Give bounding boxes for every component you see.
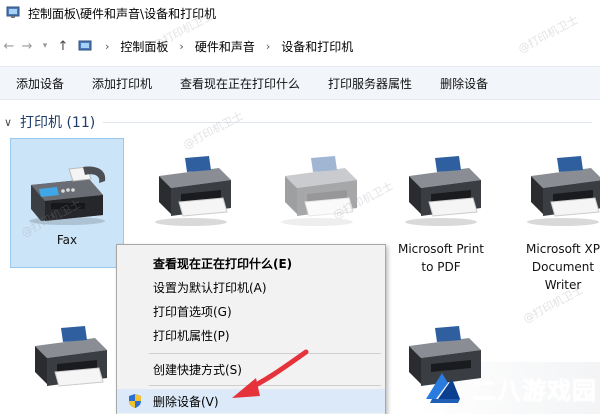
history-chevron-icon[interactable]: ▾: [36, 35, 54, 57]
menu-item-printing-preferences[interactable]: 打印首选项(G): [117, 299, 385, 323]
command-bar: 添加设备 添加打印机 查看现在正在打印什么 打印服务器属性 删除设备: [0, 66, 600, 100]
back-arrow-icon[interactable]: ←: [0, 35, 18, 57]
device-label-line: Microsoft XP: [526, 242, 600, 256]
breadcrumb[interactable]: › 控制面板 › 硬件和声音 › 设备和打印机: [78, 34, 600, 58]
menu-item-printer-properties[interactable]: 打印机属性(P): [117, 323, 385, 347]
breadcrumb-control-panel[interactable]: 控制面板: [118, 38, 170, 55]
annotation-arrow-icon: [226, 348, 310, 412]
menu-item-label: 打印首选项(G): [153, 304, 232, 319]
group-divider: [103, 121, 592, 123]
device-printer-1[interactable]: [134, 150, 248, 230]
window-title: 控制面板\硬件和声音\设备和打印机: [28, 6, 217, 21]
device-printer-2[interactable]: [260, 150, 374, 230]
device-printer-3[interactable]: Microsoft Print to PDF: [384, 150, 498, 276]
brand-logo: 二八游戏园: [416, 362, 600, 414]
printer-icon: [134, 150, 248, 230]
see-whats-printing-button[interactable]: 查看现在正在打印什么: [172, 70, 308, 96]
menu-item-label: 删除设备(V): [153, 394, 219, 409]
printer-icon: [506, 150, 600, 230]
printer-icon: [260, 150, 374, 230]
breadcrumb-separator[interactable]: ›: [96, 40, 118, 53]
folder-icon: [78, 39, 96, 53]
group-label: 打印机 (11): [20, 115, 96, 131]
menu-item-see-whats-printing[interactable]: 查看现在正在打印什么(E): [117, 251, 385, 275]
title-bar: 控制面板\硬件和声音\设备和打印机: [0, 0, 600, 26]
device-fax[interactable]: Fax: [10, 138, 124, 268]
device-label-line: Document: [531, 260, 595, 274]
print-server-properties-button[interactable]: 打印服务器属性: [320, 70, 420, 96]
device-label-line: Microsoft Print: [397, 242, 485, 256]
forward-arrow-icon[interactable]: →: [18, 35, 36, 57]
brand-logo-icon: [422, 365, 464, 411]
device-printer-5[interactable]: [10, 320, 124, 400]
brand-text: 二八游戏园: [472, 376, 597, 405]
add-device-button[interactable]: 添加设备: [8, 70, 72, 96]
up-arrow-icon[interactable]: ↑: [54, 35, 72, 57]
menu-item-set-default-printer[interactable]: 设置为默认打印机(A): [117, 275, 385, 299]
menu-item-label: 设置为默认打印机(A): [153, 280, 267, 295]
menu-item-label: 查看现在正在打印什么(E): [153, 256, 293, 271]
printer-icon: [10, 320, 124, 400]
printer-icon: [384, 150, 498, 230]
address-bar: ← → ▾ ↑ › 控制面板 › 硬件和声音 › 设备和打印机: [0, 32, 600, 60]
device-label: Microsoft XP Document Writer: [506, 240, 600, 294]
device-label-line: to PDF: [421, 260, 461, 274]
device-printer-4[interactable]: Microsoft XP Document Writer: [506, 150, 600, 294]
control-panel-icon: [6, 4, 22, 23]
device-label: Fax: [56, 233, 78, 247]
add-printer-button[interactable]: 添加打印机: [84, 70, 160, 96]
breadcrumb-hardware-sound[interactable]: 硬件和声音: [193, 38, 257, 55]
remove-device-button[interactable]: 删除设备: [432, 70, 496, 96]
chevron-down-icon[interactable]: ∨: [4, 116, 18, 129]
printers-group-header[interactable]: ∨ 打印机 (11): [0, 110, 600, 134]
breadcrumb-separator[interactable]: ›: [170, 40, 192, 53]
device-label-line: Writer: [544, 278, 582, 292]
breadcrumb-separator[interactable]: ›: [257, 40, 279, 53]
device-label: Microsoft Print to PDF: [384, 240, 498, 276]
breadcrumb-devices-printers[interactable]: 设备和打印机: [279, 38, 355, 55]
fax-icon: [11, 139, 123, 229]
menu-item-label: 打印机属性(P): [153, 328, 230, 343]
shield-icon: [127, 393, 143, 412]
